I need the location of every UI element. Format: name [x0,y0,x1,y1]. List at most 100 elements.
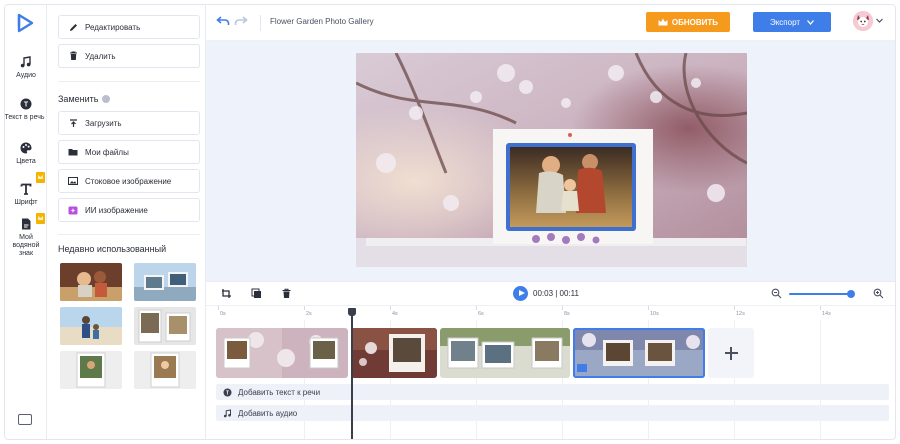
recent-thumbnail[interactable] [60,307,122,345]
image-icon [68,176,78,186]
edit-button[interactable]: Редактировать [58,15,200,39]
info-icon[interactable] [102,95,111,103]
add-text-to-speech-track[interactable]: T Добавить текст к речи [216,384,889,400]
recent-thumbnail[interactable] [60,263,122,301]
music-note-icon [20,56,31,68]
rail-item-text-to-speech[interactable]: T Текст в речь [5,97,47,122]
stock-image-label: Стоковое изображение [85,176,172,186]
ruler-tick-label: 14s [822,311,831,317]
trash-icon [68,51,78,61]
recent-thumbnail[interactable] [134,307,196,345]
upgrade-label: ОБНОВИТЬ [671,17,719,27]
ruler-tick-label: 2s [306,311,312,317]
ai-image-button[interactable]: ИИ изображение [58,198,200,222]
zoom-slider-knob[interactable] [847,290,856,298]
ruler-tick [648,306,649,310]
palette-icon [20,142,32,154]
replace-heading: Заменить [58,94,111,104]
add-text-to-speech-label: Добавить текст к речи [238,387,321,397]
rail-item-colors[interactable]: Цвета [5,141,47,166]
recent-thumbnail[interactable] [134,263,196,301]
font-icon [20,183,32,195]
rail-item-audio[interactable]: Аудио [5,55,47,80]
rail-item-label: Аудио [16,72,36,79]
my-files-button[interactable]: Мои файлы [58,140,200,164]
edit-label: Редактировать [85,22,141,32]
folder-icon [68,147,78,157]
app-logo-icon[interactable] [15,13,35,33]
divider [58,234,200,235]
timeline-clip[interactable] [440,328,570,378]
add-audio-label: Добавить аудио [238,408,298,418]
undo-icon[interactable] [216,15,230,27]
ruler-tick-label: 4s [392,311,398,317]
zoom-in-icon[interactable] [873,288,884,299]
upload-icon [68,118,78,128]
svg-text:T: T [24,102,29,109]
app-window: Аудио T Текст в речь Цвета Шрифт Мой вод… [4,4,896,440]
music-note-icon [223,408,231,417]
ai-image-label: ИИ изображение [85,205,148,215]
trash-icon[interactable] [281,288,292,299]
delete-label: Удалить [85,51,116,61]
header-bar: Flower Garden Photo Gallery ОБНОВИТЬ Экс… [206,5,895,41]
left-rail: Аудио T Текст в речь Цвета Шрифт Мой вод… [5,5,47,439]
ruler-tick-label: 8s [564,311,570,317]
preview-frame-image [356,53,747,267]
playhead[interactable] [348,308,356,439]
zoom-slider[interactable] [789,290,856,298]
ruler-tick-label: 6s [478,311,484,317]
text-to-speech-icon: T [223,388,232,396]
chevron-down-icon[interactable] [876,17,883,24]
ruler-tick [304,306,305,310]
ai-image-icon [68,205,78,215]
video-preview-canvas[interactable] [356,53,747,267]
timeline-clip-selected[interactable] [573,328,705,378]
zoom-out-icon[interactable] [771,288,782,299]
upgrade-button[interactable]: ОБНОВИТЬ [646,12,730,32]
add-audio-track[interactable]: Добавить аудио [216,405,889,421]
upload-label: Загрузить [85,118,122,128]
avatar[interactable] [853,11,873,31]
play-button[interactable] [513,286,528,301]
svg-text:T: T [226,390,229,396]
recent-thumbnail[interactable] [60,351,122,389]
stock-image-button[interactable]: Стоковое изображение [58,169,200,193]
ruler-tick [390,306,391,310]
keyboard-shortcuts-icon[interactable] [18,414,32,425]
recent-thumbnail[interactable] [134,351,196,389]
redo-icon[interactable] [234,15,248,27]
rail-item-label: Текст в речь [4,114,45,121]
export-label: Экспорт [769,17,801,27]
ruler-tick [562,306,563,310]
timeline-gridline [820,320,821,439]
rail-item-label: Цвета [16,158,36,165]
divider [58,81,200,82]
delete-button[interactable]: Удалить [58,44,200,68]
timeline-clip[interactable] [351,328,437,378]
export-button[interactable]: Экспорт [753,12,831,32]
rail-item-font[interactable]: Шрифт [5,182,47,207]
upload-button[interactable]: Загрузить [58,111,200,135]
user-avatar-icon [853,11,873,31]
preview-stage [206,41,895,281]
time-ruler[interactable]: 0s 2s 4s 6s 8s 10s 12s 14s [206,306,895,320]
timecode: 00:03 | 00:11 [533,289,579,298]
duplicate-icon[interactable] [251,288,262,299]
timeline-clip[interactable] [216,328,348,378]
ruler-tick [734,306,735,310]
timeline: 0s 2s 4s 6s 8s 10s 12s 14s T Добавить текст к р… [206,305,895,439]
rail-item-label: Мой водяной знак [12,234,40,257]
properties-panel: Редактировать Удалить Заменить Загрузить… [48,5,206,439]
rail-item-label: Шрифт [14,199,38,206]
watermark-icon [22,218,31,230]
add-slide-button[interactable] [708,328,754,378]
split-icon[interactable] [221,288,232,299]
ruler-tick-label: 0s [220,311,226,317]
premium-badge-icon [36,172,45,183]
text-to-speech-icon: T [20,98,32,110]
ruler-tick [218,306,219,310]
timeline-toolbar: 00:03 | 00:11 [206,281,895,305]
project-title[interactable]: Flower Garden Photo Gallery [270,17,374,26]
crown-icon [658,18,668,26]
